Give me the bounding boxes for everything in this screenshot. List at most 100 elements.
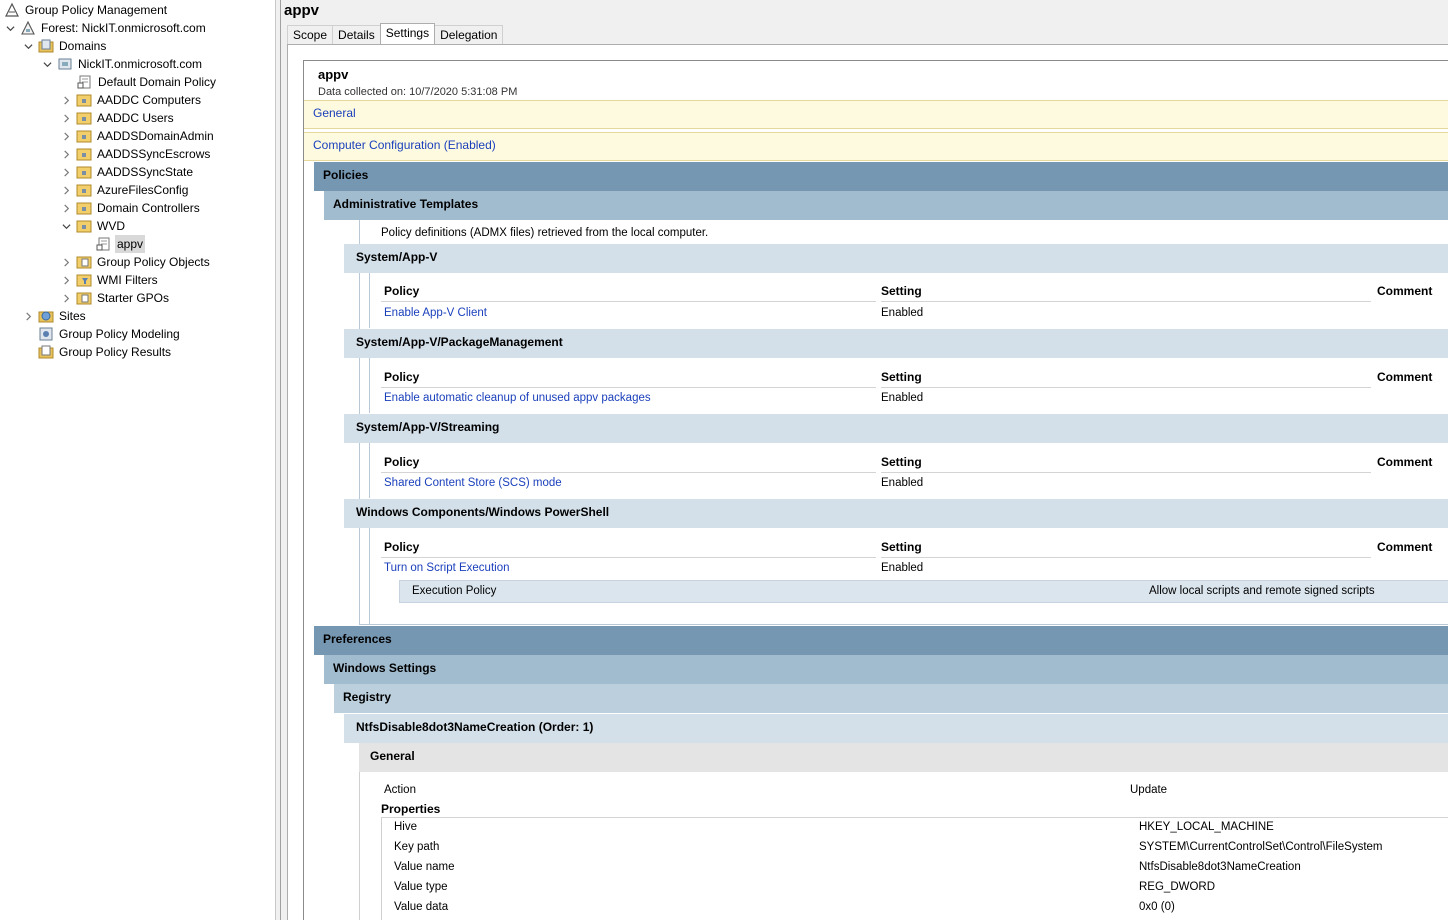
chevron-down-icon[interactable] xyxy=(4,19,16,37)
col-setting: Setting xyxy=(881,455,922,469)
tree-node-domains[interactable]: Domains xyxy=(22,37,108,55)
gpo-folder-icon xyxy=(76,254,92,270)
divider xyxy=(381,472,876,473)
admin-templates-label: Administrative Templates xyxy=(333,197,479,211)
ou-folder-icon xyxy=(76,146,92,162)
tab-scope[interactable]: Scope xyxy=(287,25,334,44)
chevron-down-icon[interactable] xyxy=(60,217,72,235)
tree-node-appv-selected[interactable]: appv xyxy=(96,235,146,253)
tree-node-ou[interactable]: Domain Controllers xyxy=(60,199,202,217)
execution-policy-label: Execution Policy xyxy=(412,585,497,597)
tree-node-sites[interactable]: Sites xyxy=(22,307,88,325)
preferences-header[interactable]: Preferences xyxy=(314,626,1448,655)
tree-node-results[interactable]: Group Policy Results xyxy=(38,343,173,361)
console-tree: Group Policy Management Forest: NickIT.o… xyxy=(0,0,275,920)
section-title: System/App-V xyxy=(356,250,438,264)
tree-node-gpo-container[interactable]: Group Policy Objects xyxy=(60,253,212,271)
registry-item-header[interactable]: NtfsDisable8dot3NameCreation (Order: 1) xyxy=(344,714,1448,743)
prop-value: SYSTEM\CurrentControlSet\Control\FileSys… xyxy=(1139,841,1383,853)
tree-node-modeling[interactable]: Group Policy Modeling xyxy=(38,325,182,343)
tree-node-ou[interactable]: AADDSSyncEscrows xyxy=(60,145,212,163)
tree-node-ou[interactable]: AADDC Computers xyxy=(60,91,203,109)
tree-node-default-domain-policy[interactable]: Default Domain Policy xyxy=(77,73,218,91)
chevron-right-icon[interactable] xyxy=(60,271,72,289)
execution-policy-row: Execution Policy Allow local scripts and… xyxy=(399,580,1448,603)
general-section[interactable]: General xyxy=(304,100,1448,129)
chevron-down-icon[interactable] xyxy=(41,55,53,73)
section-windows-powershell[interactable]: Windows Components/Windows PowerShell xyxy=(344,499,1448,528)
chevron-right-icon[interactable] xyxy=(60,199,72,217)
registry-header[interactable]: Registry xyxy=(334,684,1448,713)
policy-link[interactable]: Shared Content Store (SCS) mode xyxy=(384,477,562,489)
tree-label-domains: Domains xyxy=(59,39,107,53)
col-setting: Setting xyxy=(881,284,922,298)
tree-node-ou-wvd[interactable]: WVD xyxy=(60,217,127,235)
policy-setting: Enabled xyxy=(881,392,924,404)
settings-report[interactable]: appv Data collected on: 10/7/2020 5:31:0… xyxy=(303,60,1448,920)
domains-folder-icon xyxy=(38,38,54,54)
preferences-label: Preferences xyxy=(323,632,392,646)
prop-name: Value name xyxy=(394,861,455,873)
tree-label-selected: appv xyxy=(115,235,146,253)
windows-settings-header[interactable]: Windows Settings xyxy=(324,655,1448,684)
action-value: Update xyxy=(1130,784,1168,796)
tab-delegation[interactable]: Delegation xyxy=(434,25,504,44)
section-package-management[interactable]: System/App-V/PackageManagement xyxy=(344,329,1448,358)
tree-node-domain[interactable]: NickIT.onmicrosoft.com xyxy=(41,55,204,73)
tree-node-ou[interactable]: AzureFilesConfig xyxy=(60,181,190,199)
section-system-appv[interactable]: System/App-V xyxy=(344,244,1448,273)
chevron-right-icon[interactable] xyxy=(60,145,72,163)
tree-label: AADDSDomainAdmin xyxy=(97,129,214,143)
tree-node-starter[interactable]: Starter GPOs xyxy=(60,289,171,307)
tree-node-ou[interactable]: AADDC Users xyxy=(60,109,176,127)
tree-node-ou[interactable]: AADDSSyncState xyxy=(60,163,195,181)
indent-guide xyxy=(369,528,370,625)
chevron-right-icon[interactable] xyxy=(60,91,72,109)
section-streaming[interactable]: System/App-V/Streaming xyxy=(344,414,1448,443)
tree-node-root[interactable]: Group Policy Management xyxy=(4,1,169,19)
gpo-title: appv xyxy=(284,2,320,19)
computer-config-link[interactable]: Computer Configuration (Enabled) xyxy=(313,138,496,152)
chevron-right-icon[interactable] xyxy=(60,253,72,271)
indent-guide xyxy=(369,273,370,328)
tree-node-forest[interactable]: Forest: NickIT.onmicrosoft.com xyxy=(4,19,208,37)
tree-node-wmi[interactable]: WMI Filters xyxy=(60,271,160,289)
col-policy: Policy xyxy=(384,540,420,554)
admin-templates-header[interactable]: Administrative Templates xyxy=(324,191,1448,220)
chevron-right-icon[interactable] xyxy=(60,109,72,127)
prop-value: REG_DWORD xyxy=(1139,881,1216,893)
divider xyxy=(381,301,876,302)
chevron-right-icon[interactable] xyxy=(22,307,34,325)
general-subheader[interactable]: General xyxy=(359,743,1448,772)
section-title: System/App-V/Streaming xyxy=(356,420,500,434)
policies-header[interactable]: Policies xyxy=(314,162,1448,191)
tree-node-ou[interactable]: AADDSDomainAdmin xyxy=(60,127,216,145)
policy-link[interactable]: Enable App-V Client xyxy=(384,307,487,319)
ou-folder-icon xyxy=(76,92,92,108)
sites-icon xyxy=(38,308,54,324)
results-icon xyxy=(38,344,54,360)
modeling-icon xyxy=(38,326,54,342)
chevron-right-icon[interactable] xyxy=(60,289,72,307)
chevron-right-icon[interactable] xyxy=(60,163,72,181)
tab-details[interactable]: Details xyxy=(332,25,381,44)
tree-label: Group Policy Modeling xyxy=(59,327,180,341)
ou-folder-icon xyxy=(76,182,92,198)
divider xyxy=(381,817,1448,818)
prop-name: Key path xyxy=(394,841,440,853)
section-title: System/App-V/PackageManagement xyxy=(356,335,563,349)
divider xyxy=(381,387,876,388)
divider xyxy=(359,624,1448,625)
divider xyxy=(881,387,1371,388)
policy-link[interactable]: Enable automatic cleanup of unused appv … xyxy=(384,392,651,404)
chevron-right-icon[interactable] xyxy=(60,127,72,145)
policies-label: Policies xyxy=(323,168,369,182)
divider xyxy=(881,472,1371,473)
policy-link[interactable]: Turn on Script Execution xyxy=(384,562,510,574)
computer-config-section[interactable]: Computer Configuration (Enabled) xyxy=(304,132,1448,161)
tab-settings[interactable]: Settings xyxy=(379,23,436,44)
chevron-down-icon[interactable] xyxy=(22,37,34,55)
tree-label: Domain Controllers xyxy=(97,201,200,215)
general-link[interactable]: General xyxy=(313,106,356,120)
chevron-right-icon[interactable] xyxy=(60,181,72,199)
